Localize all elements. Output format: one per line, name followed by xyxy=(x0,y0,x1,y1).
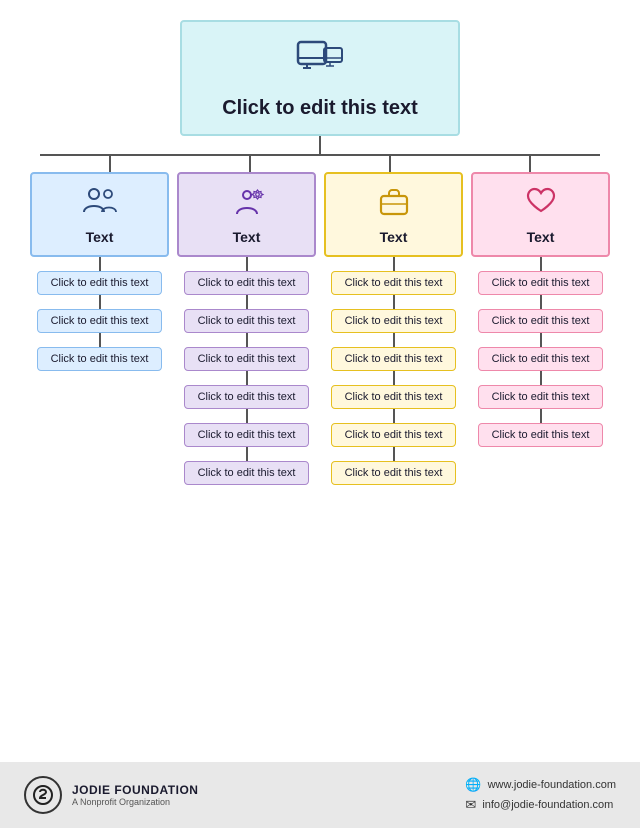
cat-box-3[interactable]: Text xyxy=(324,172,463,257)
email-row: ✉ info@jodie-foundation.com xyxy=(465,797,613,813)
col1-vline1 xyxy=(99,257,101,271)
briefcase-icon xyxy=(376,186,412,223)
people-icon xyxy=(82,186,118,223)
main-content: Click to edit this text Text xyxy=(0,0,640,762)
child-node[interactable]: Click to edit this text xyxy=(331,271,456,295)
child-node[interactable]: Click to edit this text xyxy=(331,423,456,447)
child-node[interactable]: Click to edit this text xyxy=(478,271,603,295)
child-node[interactable]: Click to edit this text xyxy=(184,347,309,371)
child-node[interactable]: Click to edit this text xyxy=(331,309,456,333)
computer-icon xyxy=(296,40,344,89)
column-4: Text Click to edit this text Click to ed… xyxy=(471,172,610,447)
child-node[interactable]: Click to edit this text xyxy=(331,385,456,409)
footer-left: JODIE FOUNDATION A Nonprofit Organizatio… xyxy=(24,776,198,814)
org-sub: A Nonprofit Organization xyxy=(72,797,198,807)
child-node[interactable]: Click to edit this text xyxy=(478,385,603,409)
col1-vline2 xyxy=(99,295,101,309)
footer-right: 🌐 www.jodie-foundation.com ✉ info@jodie-… xyxy=(465,777,616,813)
cat-label-3: Text xyxy=(380,229,408,245)
child-node[interactable]: Click to edit this text xyxy=(184,309,309,333)
org-name: JODIE FOUNDATION xyxy=(72,783,198,797)
cat-label-1: Text xyxy=(86,229,114,245)
child-node[interactable]: Click to edit this text xyxy=(331,461,456,485)
col1-vline3 xyxy=(99,333,101,347)
footer-org-info: JODIE FOUNDATION A Nonprofit Organizatio… xyxy=(72,783,198,807)
root-title: Click to edit this text xyxy=(222,97,418,120)
logo-icon xyxy=(24,776,62,814)
email-icon: ✉ xyxy=(465,797,476,813)
child-node[interactable]: Click to edit this text xyxy=(478,423,603,447)
www-icon: 🌐 xyxy=(465,777,481,793)
root-node[interactable]: Click to edit this text xyxy=(180,20,460,136)
gear-person-icon xyxy=(229,186,265,223)
h-connector-bar xyxy=(40,154,600,156)
child-node[interactable]: Click to edit this text xyxy=(184,385,309,409)
website-text: www.jodie-foundation.com xyxy=(488,779,616,791)
cat-label-4: Text xyxy=(527,229,555,245)
child-node[interactable]: Click to edit this text xyxy=(478,347,603,371)
heart-icon xyxy=(523,186,559,223)
cat-box-1[interactable]: Text xyxy=(30,172,169,257)
cat-box-4[interactable]: Text xyxy=(471,172,610,257)
child-node[interactable]: Click to edit this text xyxy=(184,423,309,447)
footer: JODIE FOUNDATION A Nonprofit Organizatio… xyxy=(0,762,640,828)
column-2: Text Click to edit this text Click to ed… xyxy=(177,172,316,485)
root-vline xyxy=(319,136,321,154)
columns-area: Text Click to edit this text Click to ed… xyxy=(30,172,610,485)
cat-box-2[interactable]: Text xyxy=(177,172,316,257)
website-row: 🌐 www.jodie-foundation.com xyxy=(465,777,616,793)
child-node[interactable]: Click to edit this text xyxy=(184,271,309,295)
drop-lines-row xyxy=(40,156,600,172)
column-1: Text Click to edit this text Click to ed… xyxy=(30,172,169,371)
column-3: Text Click to edit this text Click to ed… xyxy=(324,172,463,485)
child-node[interactable]: Click to edit this text xyxy=(37,347,162,371)
child-node[interactable]: Click to edit this text xyxy=(331,347,456,371)
child-node[interactable]: Click to edit this text xyxy=(37,309,162,333)
child-node[interactable]: Click to edit this text xyxy=(37,271,162,295)
child-node[interactable]: Click to edit this text xyxy=(184,461,309,485)
child-node[interactable]: Click to edit this text xyxy=(478,309,603,333)
cat-label-2: Text xyxy=(233,229,261,245)
email-text: info@jodie-foundation.com xyxy=(482,799,613,811)
